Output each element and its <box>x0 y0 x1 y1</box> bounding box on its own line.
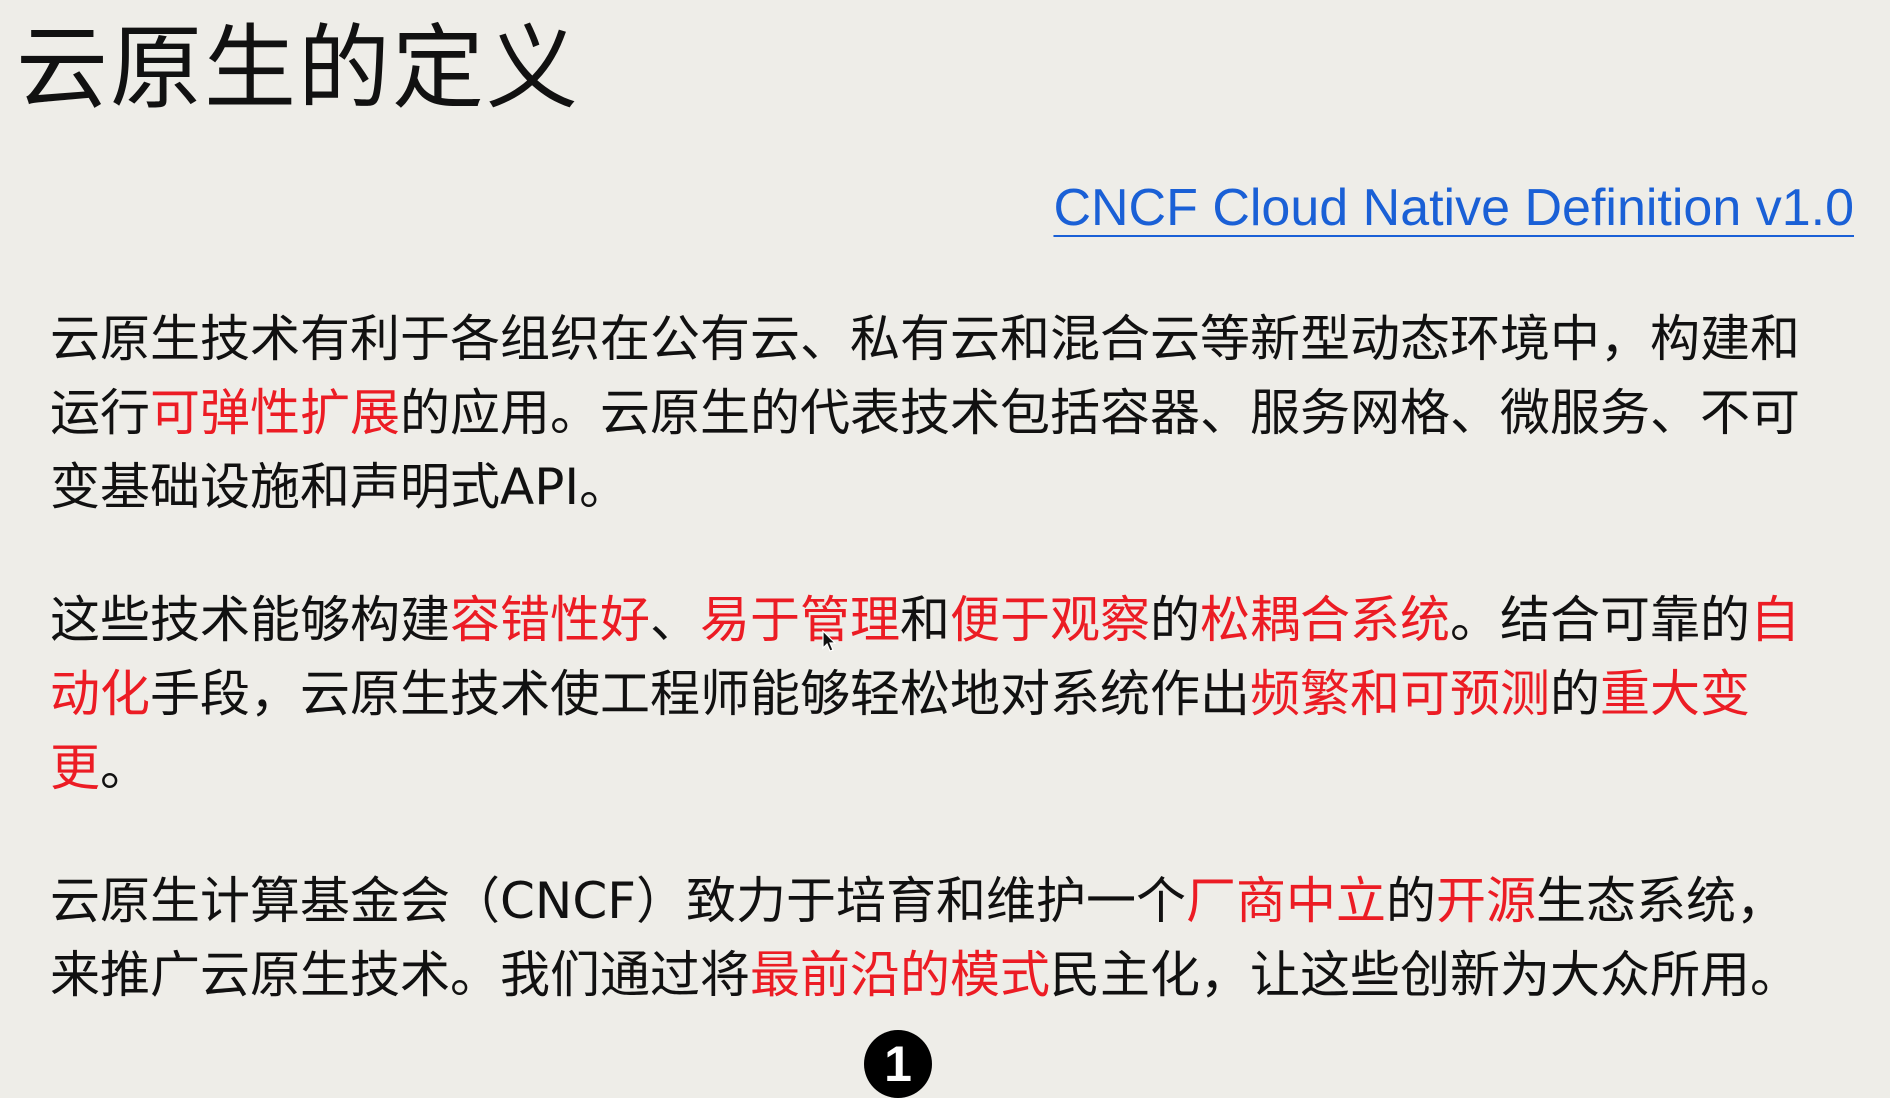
highlighted-phrase: 最前沿的模式 <box>750 946 1050 1004</box>
slide-title: 云原生的定义 <box>16 15 581 122</box>
page-number-badge: 1 <box>864 1030 932 1098</box>
text-run: 。 <box>100 739 150 797</box>
paragraph-benefits: 这些技术能够构建容错性好、易于管理和便于观察的松耦合系统。结合可靠的自动化手段，… <box>50 583 1830 805</box>
highlighted-phrase: 开源 <box>1436 872 1536 930</box>
text-run: 的 <box>1386 872 1436 930</box>
text-run: 、 <box>650 591 700 649</box>
highlighted-phrase: 易于管理 <box>700 591 900 649</box>
text-run: 的 <box>1150 591 1200 649</box>
paragraph-cncf-mission: 云原生计算基金会（CNCF）致力于培育和维护一个厂商中立的开源生态系统，来推广云… <box>50 864 1830 1012</box>
text-run: 的 <box>1550 665 1600 723</box>
highlighted-phrase: 松耦合系统 <box>1200 591 1450 649</box>
text-run: 。结合可靠的 <box>1450 591 1750 649</box>
highlighted-phrase: 便于观察 <box>950 591 1150 649</box>
cncf-definition-link[interactable]: CNCF Cloud Native Definition v1.0 <box>1053 178 1854 238</box>
text-run: 民主化，让这些创新为大众所用。 <box>1050 946 1800 1004</box>
text-run: 云原生计算基金会（CNCF）致力于培育和维护一个 <box>50 872 1186 930</box>
mouse-pointer-icon <box>822 630 836 652</box>
highlighted-phrase: 容错性好 <box>450 591 650 649</box>
text-run: 手段，云原生技术使工程师能够轻松地对系统作出 <box>150 665 1250 723</box>
text-run: 和 <box>900 591 950 649</box>
highlighted-phrase: 厂商中立 <box>1186 872 1386 930</box>
highlighted-phrase: 可弹性扩展 <box>150 384 400 442</box>
paragraph-definition: 云原生技术有利于各组织在公有云、私有云和混合云等新型动态环境中，构建和运行可弹性… <box>50 302 1830 524</box>
text-run: 这些技术能够构建 <box>50 591 450 649</box>
highlighted-phrase: 频繁和可预测 <box>1250 665 1550 723</box>
